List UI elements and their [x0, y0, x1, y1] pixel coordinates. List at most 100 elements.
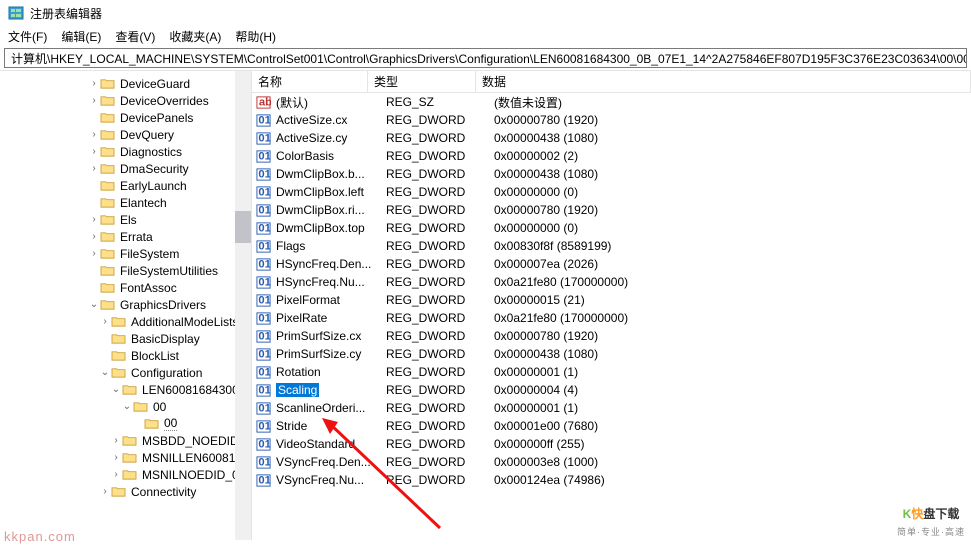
value-row[interactable]: 011DwmClipBox.ri...REG_DWORD0x00000780 (…: [252, 201, 971, 219]
expand-icon[interactable]: ›: [88, 214, 100, 225]
value-row[interactable]: 011PrimSurfSize.cxREG_DWORD0x00000780 (1…: [252, 327, 971, 345]
menu-help[interactable]: 帮助(H): [235, 28, 276, 44]
tree-item[interactable]: ›FileSystem: [0, 245, 251, 262]
col-data[interactable]: 数据: [476, 71, 971, 93]
collapse-icon[interactable]: ⌄: [110, 384, 122, 395]
value-name: Stride: [276, 419, 386, 433]
tree-item[interactable]: ›Connectivity: [0, 483, 251, 500]
expand-icon[interactable]: ›: [88, 231, 100, 242]
tree-label: EarlyLaunch: [120, 179, 187, 193]
value-row[interactable]: 011PixelFormatREG_DWORD0x00000015 (21): [252, 291, 971, 309]
tree-item[interactable]: ›MSBDD_NOEDID: [0, 432, 251, 449]
value-row[interactable]: 011FlagsREG_DWORD0x00830f8f (8589199): [252, 237, 971, 255]
tree-item[interactable]: ·Elantech: [0, 194, 251, 211]
value-name: ActiveSize.cx: [276, 113, 386, 127]
tree-item[interactable]: ›AdditionalModeLists: [0, 313, 251, 330]
value-data: 0x000007ea (2026): [494, 257, 971, 271]
menu-file[interactable]: 文件(F): [8, 28, 47, 44]
tree-item[interactable]: ·FontAssoc: [0, 279, 251, 296]
tree-item[interactable]: ·DevicePanels: [0, 109, 251, 126]
tree-view[interactable]: ›DeviceGuard›DeviceOverrides·DevicePanel…: [0, 71, 252, 540]
tree-item[interactable]: ⌄Configuration: [0, 364, 251, 381]
collapse-icon[interactable]: ⌄: [88, 299, 100, 310]
tree-item[interactable]: ·FileSystemUtilities: [0, 262, 251, 279]
tree-item[interactable]: ⌄LEN60081684300: [0, 381, 251, 398]
menu-favorites[interactable]: 收藏夹(A): [169, 28, 221, 44]
folder-icon: [111, 366, 127, 380]
tree-scroll-thumb[interactable]: [235, 211, 251, 243]
tree-item[interactable]: › DmaSecurity: [0, 160, 251, 177]
expand-icon[interactable]: ›: [88, 129, 100, 140]
expand-icon[interactable]: ›: [110, 435, 122, 446]
expand-icon[interactable]: ›: [88, 163, 100, 174]
svg-text:011: 011: [258, 204, 271, 216]
tree-item[interactable]: ›Errata: [0, 228, 251, 245]
value-row[interactable]: 011HSyncFreq.Nu...REG_DWORD0x0a21fe80 (1…: [252, 273, 971, 291]
value-row[interactable]: 011VSyncFreq.Den...REG_DWORD0x000003e8 (…: [252, 453, 971, 471]
value-data: 0x000003e8 (1000): [494, 455, 971, 469]
value-row[interactable]: ab(默认)REG_SZ(数值未设置): [252, 93, 971, 111]
value-row[interactable]: 011VideoStandardREG_DWORD0x000000ff (255…: [252, 435, 971, 453]
menu-view[interactable]: 查看(V): [115, 28, 155, 44]
tree-item[interactable]: ›DeviceOverrides: [0, 92, 251, 109]
expand-icon[interactable]: ›: [88, 95, 100, 106]
tree-item[interactable]: ·00: [0, 415, 251, 432]
binary-value-icon: 011: [256, 346, 272, 362]
tree-label: DevQuery: [120, 128, 174, 142]
tree-item[interactable]: ›Els: [0, 211, 251, 228]
tree-label: DmaSecurity: [120, 162, 189, 176]
content-area: ›DeviceGuard›DeviceOverrides·DevicePanel…: [0, 70, 971, 540]
value-row[interactable]: 011DwmClipBox.topREG_DWORD0x00000000 (0): [252, 219, 971, 237]
value-row[interactable]: 011ScanlineOrderi...REG_DWORD0x00000001 …: [252, 399, 971, 417]
col-name[interactable]: 名称: [252, 71, 368, 93]
value-name: Rotation: [276, 365, 386, 379]
expand-icon[interactable]: ›: [88, 78, 100, 89]
svg-text:011: 011: [258, 420, 271, 432]
value-row[interactable]: 011ScalingREG_DWORD0x00000004 (4): [252, 381, 971, 399]
tree-item[interactable]: ·BasicDisplay: [0, 330, 251, 347]
value-row[interactable]: 011PixelRateREG_DWORD0x0a21fe80 (1700000…: [252, 309, 971, 327]
value-row[interactable]: 011PrimSurfSize.cyREG_DWORD0x00000438 (1…: [252, 345, 971, 363]
tree-item[interactable]: ›MSNILLEN60081: [0, 449, 251, 466]
folder-icon: [100, 77, 116, 91]
value-row[interactable]: 011ActiveSize.cyREG_DWORD0x00000438 (108…: [252, 129, 971, 147]
tree-item[interactable]: ›DeviceGuard: [0, 75, 251, 92]
expand-icon[interactable]: ›: [88, 248, 100, 259]
tree-scrollbar[interactable]: [235, 71, 251, 540]
expand-icon[interactable]: ›: [88, 146, 100, 157]
value-row[interactable]: 011HSyncFreq.Den...REG_DWORD0x000007ea (…: [252, 255, 971, 273]
value-row[interactable]: 011ActiveSize.cxREG_DWORD0x00000780 (192…: [252, 111, 971, 129]
binary-value-icon: 011: [256, 166, 272, 182]
tree-item[interactable]: ·BlockList: [0, 347, 251, 364]
menu-edit[interactable]: 编辑(E): [61, 28, 101, 44]
value-row[interactable]: 011DwmClipBox.b...REG_DWORD0x00000438 (1…: [252, 165, 971, 183]
value-row[interactable]: 011DwmClipBox.leftREG_DWORD0x00000000 (0…: [252, 183, 971, 201]
folder-icon: [100, 213, 116, 227]
svg-text:011: 011: [258, 222, 271, 234]
tree-label: Elantech: [120, 196, 167, 210]
value-row[interactable]: 011StrideREG_DWORD0x00001e00 (7680): [252, 417, 971, 435]
tree-item[interactable]: ›MSNILNOEDID_0: [0, 466, 251, 483]
collapse-icon[interactable]: ⌄: [99, 367, 111, 378]
tree-item[interactable]: › DevQuery: [0, 126, 251, 143]
tree-item[interactable]: ⌄00: [0, 398, 251, 415]
value-row[interactable]: 011VSyncFreq.Nu...REG_DWORD0x000124ea (7…: [252, 471, 971, 489]
tree-label: FontAssoc: [120, 281, 177, 295]
expand-icon[interactable]: ›: [99, 486, 111, 497]
binary-value-icon: 011: [256, 202, 272, 218]
value-row[interactable]: 011ColorBasisREG_DWORD0x00000002 (2): [252, 147, 971, 165]
tree-item[interactable]: ›Diagnostics: [0, 143, 251, 160]
address-bar[interactable]: 计算机\HKEY_LOCAL_MACHINE\SYSTEM\ControlSet…: [4, 48, 967, 68]
value-row[interactable]: 011RotationREG_DWORD0x00000001 (1): [252, 363, 971, 381]
tree-item[interactable]: ⌄GraphicsDrivers: [0, 296, 251, 313]
tree-item[interactable]: ·EarlyLaunch: [0, 177, 251, 194]
value-type: REG_DWORD: [386, 365, 494, 379]
expand-icon[interactable]: ›: [99, 316, 111, 327]
expand-icon[interactable]: ›: [110, 469, 122, 480]
collapse-icon[interactable]: ⌄: [121, 401, 133, 412]
col-type[interactable]: 类型: [368, 71, 476, 93]
expand-icon[interactable]: ›: [110, 452, 122, 463]
value-type: REG_DWORD: [386, 383, 494, 397]
folder-icon: [111, 315, 127, 329]
value-type: REG_DWORD: [386, 455, 494, 469]
